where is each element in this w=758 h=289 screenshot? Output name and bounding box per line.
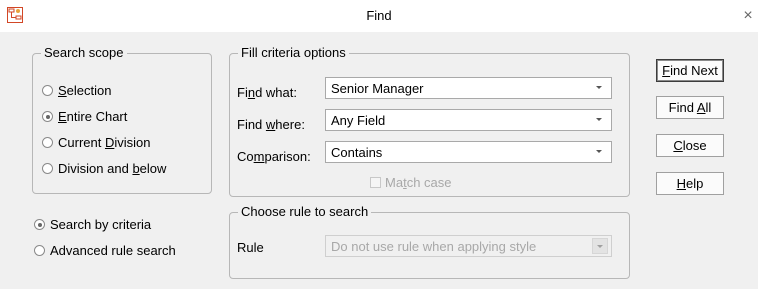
find-where-value: Any Field: [331, 113, 386, 128]
radio-circle: [42, 85, 53, 96]
radio-selection-label: Selection: [58, 83, 112, 98]
match-case-checkbox[interactable]: Match case: [370, 175, 452, 190]
rule-combobox[interactable]: Do not use rule when applying style: [325, 235, 612, 257]
chevron-down-icon[interactable]: [596, 150, 602, 153]
radio-circle: [34, 245, 45, 256]
title-bar: Find ×: [0, 0, 758, 32]
rule-label: Rule: [237, 240, 264, 255]
search-scope-legend: Search scope: [41, 45, 127, 61]
find-what-label: Find what:: [237, 85, 297, 100]
window-title: Find: [366, 8, 392, 23]
comparison-label: Comparison:: [237, 149, 311, 164]
find-where-combobox[interactable]: Any Field: [325, 109, 612, 131]
find-all-button[interactable]: Find All: [656, 96, 724, 119]
radio-search-by-criteria[interactable]: Search by criteria: [34, 217, 151, 232]
radio-entire-chart[interactable]: Entire Chart: [42, 109, 127, 124]
rule-legend: Choose rule to search: [238, 204, 372, 220]
close-icon[interactable]: ×: [738, 6, 758, 26]
chevron-down-icon[interactable]: [596, 118, 602, 121]
comparison-value: Contains: [331, 145, 383, 160]
chevron-down-icon: [597, 245, 603, 248]
radio-division-and-below-label: Division and below: [58, 161, 167, 176]
radio-entire-chart-label: Entire Chart: [58, 109, 128, 124]
checkbox-box: [370, 177, 381, 188]
radio-advanced-rule-search[interactable]: Advanced rule search: [34, 243, 176, 258]
close-button[interactable]: Close: [656, 134, 724, 157]
radio-circle: [42, 111, 53, 122]
rule-value: Do not use rule when applying style: [331, 239, 537, 254]
find-what-value: Senior Manager: [331, 81, 424, 96]
match-case-label: Match case: [385, 175, 452, 190]
chevron-down-icon[interactable]: [596, 86, 602, 89]
radio-selection[interactable]: Selection: [42, 83, 111, 98]
radio-advanced-rule-search-label: Advanced rule search: [50, 243, 176, 258]
radio-circle: [42, 163, 53, 174]
radio-circle: [34, 219, 45, 230]
find-what-combobox[interactable]: Senior Manager: [325, 77, 612, 99]
comparison-combobox[interactable]: Contains: [325, 141, 612, 163]
find-where-label: Find where:: [237, 117, 305, 132]
radio-circle: [42, 137, 53, 148]
rule-dropdown-button[interactable]: [592, 238, 608, 254]
radio-search-by-criteria-label: Search by criteria: [50, 217, 152, 232]
radio-current-division-label: Current Division: [58, 135, 151, 150]
radio-current-division[interactable]: Current Division: [42, 135, 150, 150]
radio-division-and-below[interactable]: Division and below: [42, 161, 166, 176]
find-next-button[interactable]: Find Next: [656, 59, 724, 82]
help-button[interactable]: Help: [656, 172, 724, 195]
fill-criteria-legend: Fill criteria options: [238, 45, 349, 61]
